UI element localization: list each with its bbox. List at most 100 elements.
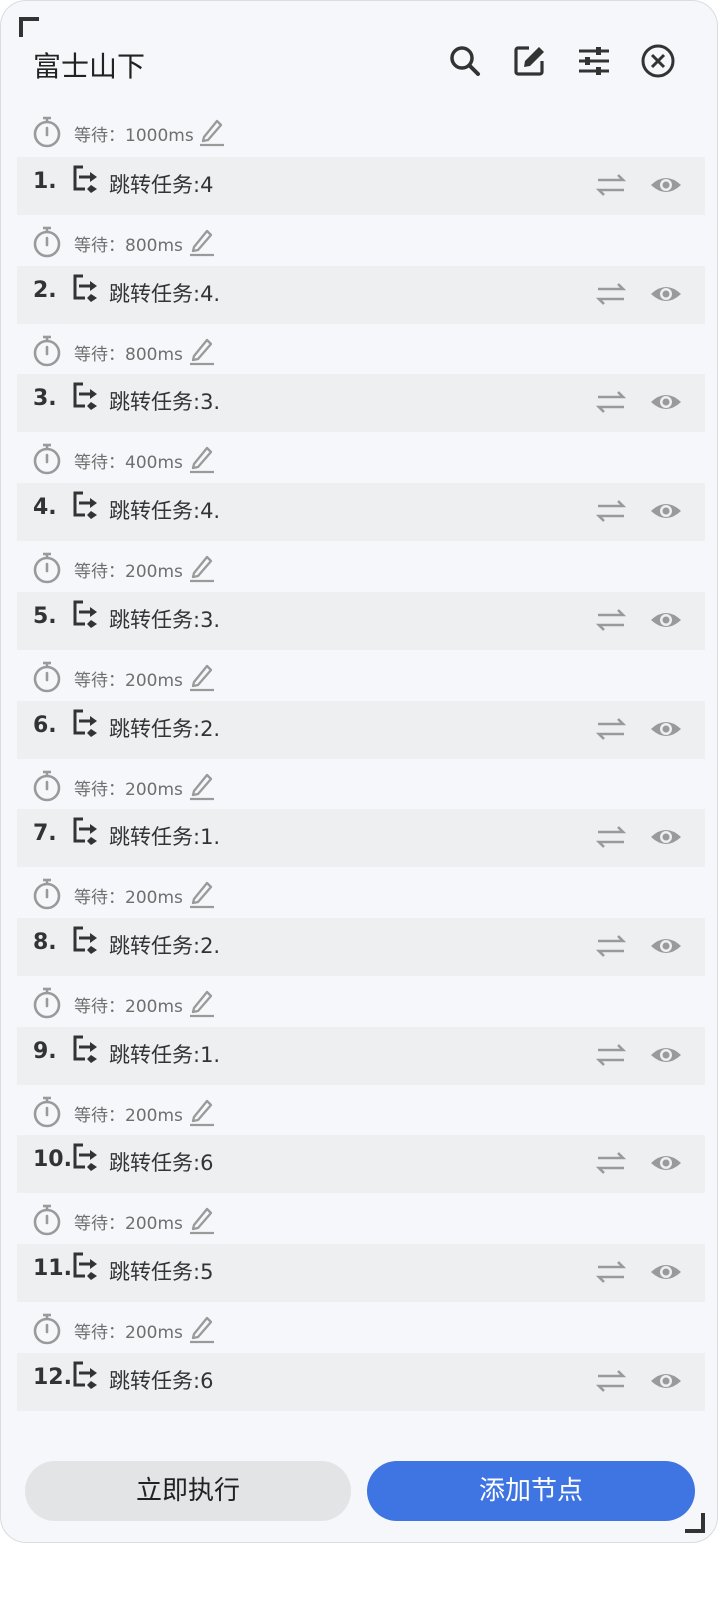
task-row[interactable]: 8. 跳转任务:2. — [17, 917, 705, 976]
eye-icon[interactable] — [649, 1366, 683, 1396]
timer-icon — [31, 115, 63, 149]
task-label: 跳转任务:2. — [109, 716, 221, 741]
edit-wait-icon[interactable] — [187, 442, 217, 474]
task-row[interactable]: 5. 跳转任务:3. — [17, 591, 705, 650]
task-label: 跳转任务:5 — [109, 1260, 214, 1284]
jump-task-icon — [71, 1141, 101, 1173]
task-label: 跳转任务:3. — [109, 390, 221, 415]
wait-duration-text: 等待：200ms — [74, 1214, 183, 1235]
timer-icon — [31, 1203, 63, 1237]
edit-wait-icon[interactable] — [187, 551, 217, 583]
search-icon[interactable] — [447, 43, 483, 79]
task-list[interactable]: 等待：1000ms 1. 跳转任务:4 等待：800ms 2. 跳转任务:4. 等待：800… — [17, 113, 705, 1453]
eye-icon[interactable] — [649, 387, 683, 417]
edit-wait-icon[interactable] — [187, 986, 217, 1018]
swap-icon[interactable] — [595, 605, 627, 635]
jump-task-icon — [71, 380, 101, 412]
timer-icon — [31, 225, 63, 259]
edit-wait-icon[interactable] — [187, 1095, 217, 1127]
edit-wait-icon[interactable] — [187, 877, 217, 909]
jump-task-icon — [71, 489, 101, 521]
eye-icon[interactable] — [649, 931, 683, 961]
timer-icon — [31, 986, 63, 1020]
add-node-button[interactable]: 添加节点 — [367, 1461, 695, 1521]
task-label: 跳转任务:3. — [109, 607, 221, 632]
eye-icon[interactable] — [649, 496, 683, 526]
swap-icon[interactable] — [595, 1040, 627, 1070]
wait-duration-text: 等待：800ms — [74, 236, 183, 256]
task-number: 1. — [33, 169, 57, 194]
wait-duration-text: 等待：200ms — [74, 1105, 183, 1126]
eye-icon[interactable] — [649, 1257, 683, 1287]
task-row[interactable]: 9. 跳转任务:1. — [17, 1026, 705, 1085]
task-row[interactable]: 2. 跳转任务:4. — [17, 265, 705, 324]
swap-icon[interactable] — [595, 279, 627, 309]
jump-task-icon — [71, 815, 101, 847]
wait-duration-text: 等待：800ms — [74, 344, 183, 365]
edit-wait-icon[interactable] — [187, 334, 217, 366]
task-row[interactable]: 1. 跳转任务:4 — [17, 157, 705, 215]
task-row[interactable]: 12. 跳转任务:6 — [17, 1352, 705, 1411]
edit-wait-icon[interactable] — [187, 1312, 217, 1344]
task-number: 9. — [33, 1038, 57, 1064]
timer-icon — [31, 660, 63, 694]
swap-icon[interactable] — [595, 1366, 627, 1396]
swap-icon[interactable] — [595, 822, 627, 852]
edit-wait-icon[interactable] — [187, 1203, 217, 1235]
edit-wait-icon[interactable] — [187, 225, 217, 257]
wait-duration-text: 等待：200ms — [74, 779, 183, 800]
resize-corner-bottom-right[interactable] — [685, 1513, 705, 1533]
timer-icon — [31, 1095, 63, 1129]
task-row[interactable]: 11. 跳转任务:5 — [17, 1244, 705, 1302]
task-number: 5. — [33, 603, 57, 629]
wait-duration-text: 等待：200ms — [74, 888, 183, 909]
task-number: 2. — [33, 277, 57, 303]
swap-icon[interactable] — [595, 1148, 627, 1178]
close-circle-icon[interactable] — [640, 43, 676, 79]
eye-icon[interactable] — [649, 279, 683, 309]
timer-icon — [31, 551, 63, 585]
eye-icon[interactable] — [649, 170, 683, 200]
eye-icon[interactable] — [649, 605, 683, 635]
eye-icon[interactable] — [649, 714, 683, 744]
edit-wait-icon[interactable] — [197, 115, 227, 147]
eye-icon[interactable] — [649, 1040, 683, 1070]
task-number: 10. — [33, 1147, 72, 1173]
task-row[interactable]: 4. 跳转任务:4. — [17, 483, 705, 542]
task-number: 8. — [33, 929, 57, 955]
jump-task-icon — [71, 272, 101, 304]
wait-duration-text: 等待：1000ms — [74, 126, 194, 146]
task-label: 跳转任务:1. — [109, 1042, 221, 1067]
wait-duration-text: 等待：400ms — [74, 453, 183, 474]
eye-icon[interactable] — [649, 1148, 683, 1178]
swap-icon[interactable] — [595, 1257, 627, 1287]
edit-wait-icon[interactable] — [187, 660, 217, 692]
filter-icon[interactable] — [576, 43, 612, 79]
edit-wait-icon[interactable] — [187, 769, 217, 801]
task-row[interactable]: 6. 跳转任务:2. — [17, 700, 705, 759]
page-title: 富士山下 — [33, 50, 146, 83]
task-row[interactable]: 3. 跳转任务:3. — [17, 374, 705, 433]
task-row[interactable]: 10. 跳转任务:6 — [17, 1135, 705, 1194]
task-label: 跳转任务:2. — [109, 933, 221, 958]
task-editor-panel: 富士山下 等待：1000ms 1. 跳转任务:4 等待：800ms 2. 跳转任务:4. 等… — [0, 0, 718, 1543]
swap-icon[interactable] — [595, 496, 627, 526]
task-label: 跳转任务:6 — [109, 1151, 214, 1176]
swap-icon[interactable] — [595, 170, 627, 200]
edit-square-icon[interactable] — [511, 43, 547, 79]
task-number: 3. — [33, 386, 57, 412]
eye-icon[interactable] — [649, 822, 683, 852]
swap-icon[interactable] — [595, 387, 627, 417]
task-label: 跳转任务:6 — [109, 1368, 214, 1393]
task-row[interactable]: 7. 跳转任务:1. — [17, 809, 705, 868]
jump-task-icon — [71, 1250, 101, 1282]
resize-corner-top-left[interactable] — [19, 17, 39, 37]
execute-now-button[interactable]: 立即执行 — [25, 1461, 351, 1521]
wait-duration-text: 等待：200ms — [74, 1323, 183, 1343]
jump-task-icon — [71, 924, 101, 956]
task-number: 6. — [33, 712, 57, 738]
task-label: 跳转任务:1. — [109, 825, 221, 850]
swap-icon[interactable] — [595, 931, 627, 961]
wait-duration-text: 等待：200ms — [74, 562, 183, 583]
swap-icon[interactable] — [595, 714, 627, 744]
